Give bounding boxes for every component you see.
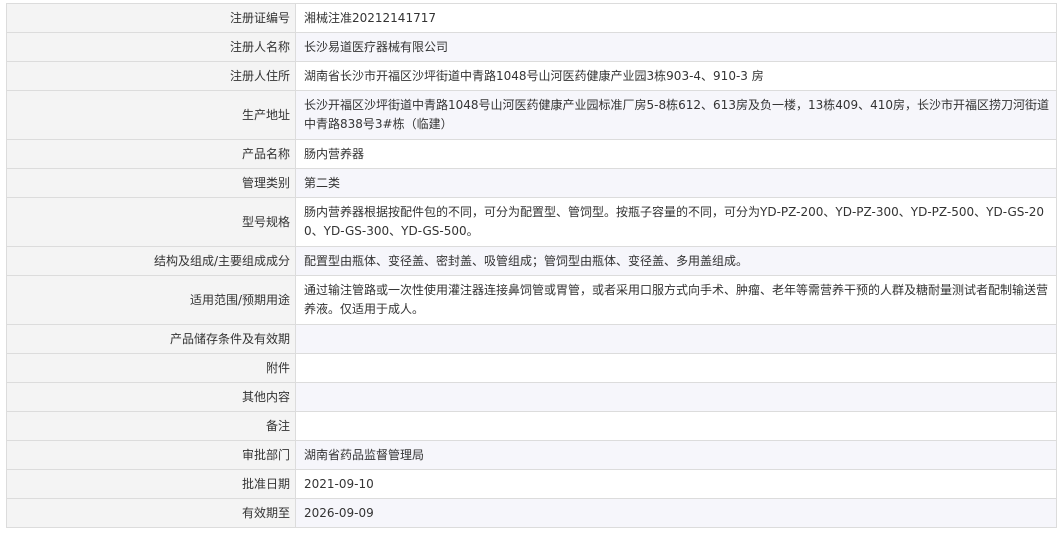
value-approval-date: 2021-09-10	[295, 469, 1057, 499]
value-production-address: 长沙开福区沙坪街道中青路1048号山河医药健康产业园标准厂房5-8栋612、61…	[295, 90, 1057, 140]
label-production-address: 生产地址	[6, 90, 296, 140]
row-model-spec: 型号规格 肠内营养器根据按配件包的不同，可分为配置型、管饲型。按瓶子容量的不同，…	[6, 197, 1057, 247]
label-registrant-address: 注册人住所	[6, 61, 296, 91]
label-remarks: 备注	[6, 411, 296, 441]
row-production-address: 生产地址 长沙开福区沙坪街道中青路1048号山河医药健康产业园标准厂房5-8栋6…	[6, 90, 1057, 140]
label-model-spec: 型号规格	[6, 197, 296, 247]
value-product-name: 肠内营养器	[295, 139, 1057, 169]
row-structure-composition: 结构及组成/主要组成成分 配置型由瓶体、变径盖、密封盖、吸管组成；管饲型由瓶体、…	[6, 246, 1057, 276]
row-storage-validity: 产品储存条件及有效期	[6, 324, 1057, 354]
row-remarks: 备注	[6, 411, 1057, 441]
row-registration-number: 注册证编号 湘械注准20212141717	[6, 3, 1057, 33]
label-registrant-name: 注册人名称	[6, 32, 296, 62]
label-product-name: 产品名称	[6, 139, 296, 169]
value-registrant-address: 湖南省长沙市开福区沙坪街道中青路1048号山河医药健康产业园3栋903-4、91…	[295, 61, 1057, 91]
label-registration-number: 注册证编号	[6, 3, 296, 33]
label-approval-department: 审批部门	[6, 440, 296, 470]
value-structure-composition: 配置型由瓶体、变径盖、密封盖、吸管组成；管饲型由瓶体、变径盖、多用盖组成。	[295, 246, 1057, 276]
label-other-content: 其他内容	[6, 382, 296, 412]
value-attachment	[295, 353, 1057, 383]
row-valid-until: 有效期至 2026-09-09	[6, 498, 1057, 528]
registration-record-table: 注册证编号 湘械注准20212141717 注册人名称 长沙易道医疗器械有限公司…	[6, 3, 1057, 528]
row-attachment: 附件	[6, 353, 1057, 383]
row-management-category: 管理类别 第二类	[6, 168, 1057, 198]
value-valid-until: 2026-09-09	[295, 498, 1057, 528]
label-intended-use: 适用范围/预期用途	[6, 275, 296, 325]
row-registrant-address: 注册人住所 湖南省长沙市开福区沙坪街道中青路1048号山河医药健康产业园3栋90…	[6, 61, 1057, 91]
value-approval-department: 湖南省药品监督管理局	[295, 440, 1057, 470]
value-management-category: 第二类	[295, 168, 1057, 198]
row-registrant-name: 注册人名称 长沙易道医疗器械有限公司	[6, 32, 1057, 62]
label-storage-validity: 产品储存条件及有效期	[6, 324, 296, 354]
value-remarks	[295, 411, 1057, 441]
label-valid-until: 有效期至	[6, 498, 296, 528]
value-other-content	[295, 382, 1057, 412]
value-intended-use: 通过输注管路或一次性使用灌注器连接鼻饲管或胃管，或者采用口服方式向手术、肿瘤、老…	[295, 275, 1057, 325]
row-approval-department: 审批部门 湖南省药品监督管理局	[6, 440, 1057, 470]
label-approval-date: 批准日期	[6, 469, 296, 499]
label-structure-composition: 结构及组成/主要组成成分	[6, 246, 296, 276]
value-registration-number: 湘械注准20212141717	[295, 3, 1057, 33]
label-attachment: 附件	[6, 353, 296, 383]
label-management-category: 管理类别	[6, 168, 296, 198]
row-other-content: 其他内容	[6, 382, 1057, 412]
value-model-spec: 肠内营养器根据按配件包的不同，可分为配置型、管饲型。按瓶子容量的不同，可分为YD…	[295, 197, 1057, 247]
value-registrant-name: 长沙易道医疗器械有限公司	[295, 32, 1057, 62]
row-approval-date: 批准日期 2021-09-10	[6, 469, 1057, 499]
row-intended-use: 适用范围/预期用途 通过输注管路或一次性使用灌注器连接鼻饲管或胃管，或者采用口服…	[6, 275, 1057, 325]
row-product-name: 产品名称 肠内营养器	[6, 139, 1057, 169]
value-storage-validity	[295, 324, 1057, 354]
